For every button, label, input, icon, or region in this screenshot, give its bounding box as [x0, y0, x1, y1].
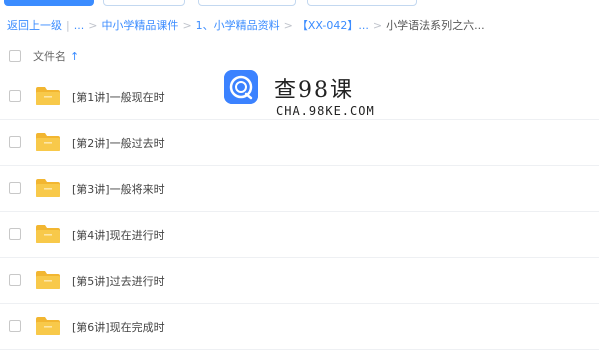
breadcrumb-separator: > — [182, 18, 192, 32]
select-all-checkbox[interactable] — [9, 50, 21, 62]
breadcrumb-divider: | — [66, 18, 70, 32]
row-checkbox[interactable] — [9, 274, 21, 286]
breadcrumb-separator: > — [283, 18, 293, 32]
toolbar-button-4[interactable] — [307, 0, 417, 6]
file-name[interactable]: [第4讲]现在进行时 — [72, 227, 165, 243]
breadcrumb-item-1[interactable]: 中小学精品课件 — [101, 17, 178, 33]
toolbar-primary-button[interactable] — [4, 0, 94, 6]
breadcrumb-current: 小学语法系列之六... — [386, 19, 485, 32]
column-filename-label: 文件名 — [33, 50, 66, 63]
toolbar-button-2[interactable] — [103, 0, 185, 6]
breadcrumb-separator: > — [88, 18, 98, 32]
row-checkbox[interactable] — [9, 136, 21, 148]
file-name[interactable]: [第6讲]现在完成时 — [72, 319, 165, 335]
file-row[interactable]: [第5讲]过去进行时 — [0, 258, 599, 304]
breadcrumb-item-3[interactable]: 【XX-042】... — [297, 17, 369, 33]
file-name[interactable]: [第3讲]一般将来时 — [72, 181, 165, 197]
folder-icon — [36, 271, 60, 289]
toolbar-button-3[interactable] — [198, 0, 296, 6]
row-checkbox[interactable] — [9, 320, 21, 332]
file-name[interactable]: [第5讲]过去进行时 — [72, 273, 165, 289]
folder-icon — [36, 179, 60, 197]
folder-icon — [36, 317, 60, 335]
breadcrumb-ellipsis[interactable]: ... — [74, 19, 85, 32]
row-checkbox[interactable] — [9, 228, 21, 240]
folder-icon — [36, 133, 60, 151]
file-row[interactable]: [第6讲]现在完成时 — [0, 304, 599, 350]
row-checkbox[interactable] — [9, 90, 21, 102]
watermark: 查98课 CHA.98KE.COM — [224, 70, 384, 120]
watermark-subtitle: CHA.98KE.COM — [276, 104, 375, 118]
file-name[interactable]: [第1讲]一般现在时 — [72, 89, 165, 105]
folder-icon — [36, 87, 60, 105]
toolbar-partial — [0, 0, 599, 6]
folder-icon — [36, 225, 60, 243]
file-list-header: 文件名 ↑ — [0, 44, 599, 68]
file-row[interactable]: [第3讲]一般将来时 — [0, 166, 599, 212]
breadcrumb-back-link[interactable]: 返回上一级 — [7, 17, 62, 33]
file-row[interactable]: [第2讲]一般过去时 — [0, 120, 599, 166]
arrow-up-icon[interactable]: ↑ — [70, 50, 79, 63]
column-filename[interactable]: 文件名 ↑ — [33, 48, 79, 64]
file-row[interactable]: [第4讲]现在进行时 — [0, 212, 599, 258]
watermark-title: 查98课 — [274, 78, 354, 103]
row-checkbox[interactable] — [9, 182, 21, 194]
breadcrumb-item-2[interactable]: 1、小学精品资料 — [196, 17, 280, 33]
breadcrumb-separator: > — [372, 18, 383, 32]
file-name[interactable]: [第2讲]一般过去时 — [72, 135, 165, 151]
breadcrumb: 返回上一级 | ... > 中小学精品课件 > 1、小学精品资料 > 【XX-0… — [7, 17, 485, 33]
watermark-logo-icon — [224, 70, 258, 104]
